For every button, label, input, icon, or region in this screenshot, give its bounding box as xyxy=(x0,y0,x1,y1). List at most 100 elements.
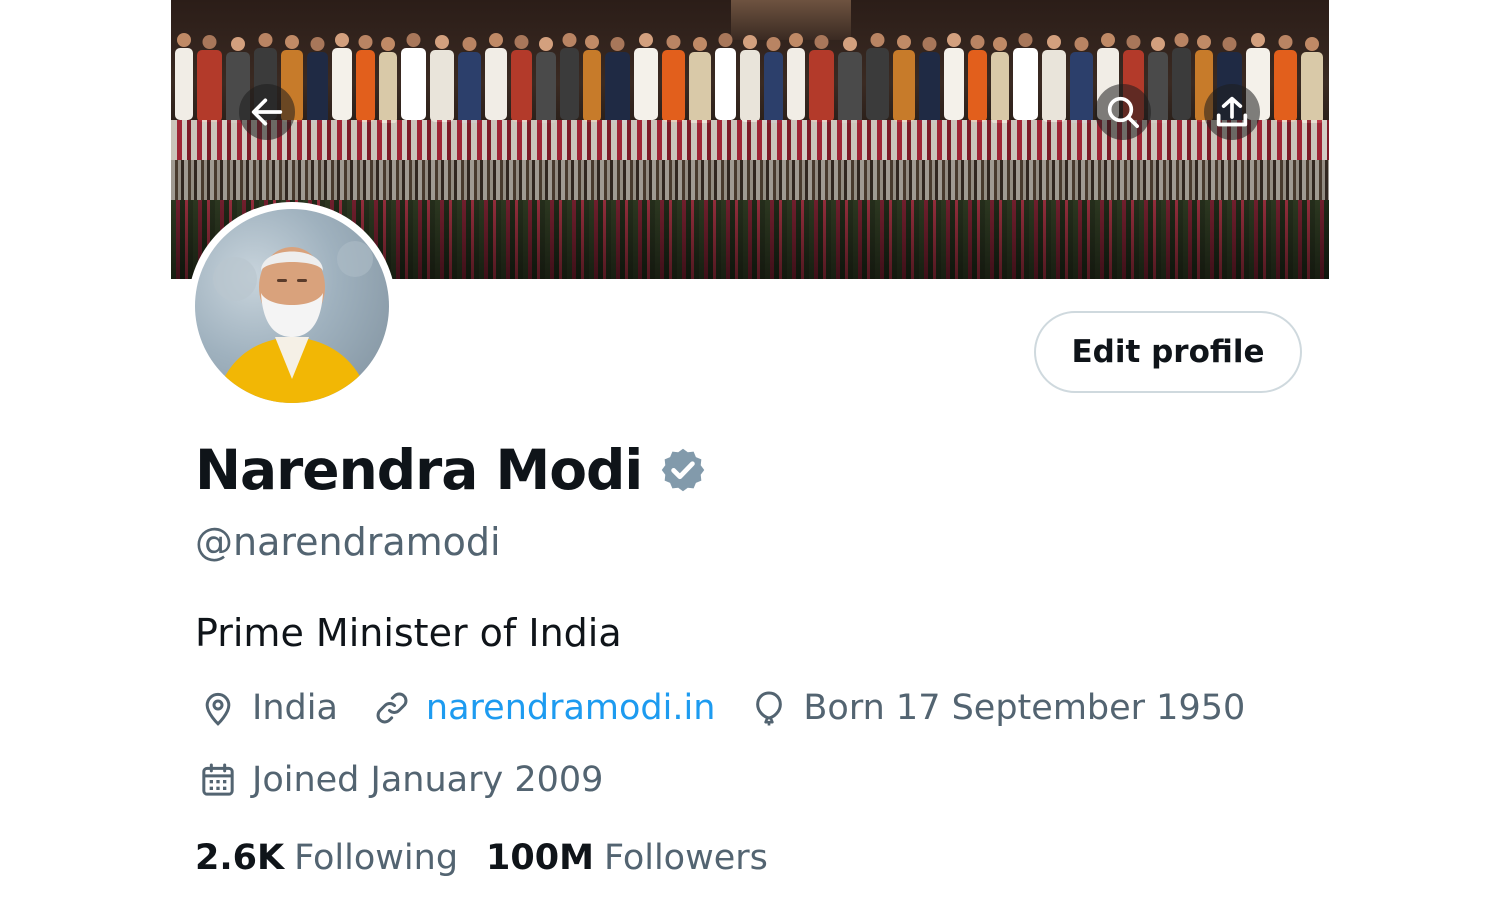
crowd-person-head xyxy=(789,33,803,47)
crowd-person-head xyxy=(231,37,245,51)
link-icon xyxy=(376,692,408,724)
crowd-person xyxy=(893,50,915,122)
crowd-person-head xyxy=(310,37,325,51)
crowd-person xyxy=(511,50,532,122)
crowd-person xyxy=(379,52,397,123)
crowd-person xyxy=(1148,52,1168,123)
location-item: India xyxy=(198,688,338,728)
verified-badge-icon[interactable] xyxy=(658,445,708,495)
joined-row: Joined January 2009 xyxy=(198,760,637,800)
crowd-person xyxy=(866,48,889,120)
followers-link[interactable]: 100M Followers xyxy=(486,838,768,878)
crowd-person xyxy=(485,48,507,120)
crowd-person-head xyxy=(970,35,985,49)
crowd-person xyxy=(919,52,940,123)
crowd-person-head xyxy=(358,35,373,49)
crowd-person xyxy=(560,48,579,120)
crowd-person-head xyxy=(435,35,449,49)
arrow-left-icon xyxy=(251,98,283,126)
crowd-person-head xyxy=(947,33,961,47)
crowd-person-head xyxy=(489,33,503,47)
crowd-person xyxy=(689,52,711,123)
joined-text: Joined January 2009 xyxy=(252,760,604,800)
bio: Prime Minister of India xyxy=(195,611,622,655)
search-button[interactable] xyxy=(1095,84,1151,140)
crowd-person-head xyxy=(539,37,553,51)
follow-stats: 2.6K Following 100M Followers xyxy=(195,838,796,878)
crowd-person xyxy=(715,48,736,120)
crowd-person xyxy=(430,50,454,122)
crowd-person-head xyxy=(1101,33,1115,47)
website-item[interactable]: narendramodi.in xyxy=(372,688,716,728)
crowd-person xyxy=(662,50,685,122)
crowd-person-head xyxy=(258,33,273,47)
crowd-person-head xyxy=(610,37,625,51)
crowd-person xyxy=(458,52,481,123)
display-name: Narendra Modi xyxy=(195,438,643,502)
avatar[interactable] xyxy=(188,202,396,410)
following-label: Following xyxy=(294,838,459,878)
crowd-person-head xyxy=(585,35,599,49)
banner-stage xyxy=(171,120,1329,160)
following-link[interactable]: 2.6K Following xyxy=(195,838,458,878)
share-button[interactable] xyxy=(1204,84,1260,140)
following-count: 2.6K xyxy=(195,838,285,878)
crowd-person xyxy=(764,52,783,123)
crowd-person-head xyxy=(897,35,911,49)
share-icon xyxy=(1216,96,1248,127)
crowd-person xyxy=(740,50,760,122)
crowd-person xyxy=(809,50,834,122)
user-handle: @narendramodi xyxy=(195,520,501,564)
crowd-person-head xyxy=(381,37,395,51)
search-icon xyxy=(1107,96,1139,128)
crowd-person-head xyxy=(993,37,1007,51)
banner-crowd-photo xyxy=(175,33,1323,123)
crowd-person-head xyxy=(666,35,681,49)
calendar-icon xyxy=(202,763,234,796)
crowd-person-head xyxy=(285,35,299,49)
crowd-person xyxy=(634,48,658,120)
crowd-person-head xyxy=(814,35,829,49)
crowd-person xyxy=(197,50,222,122)
crowd-person xyxy=(944,48,964,120)
birthday-text: Born 17 September 1950 xyxy=(803,688,1246,728)
website-link[interactable]: narendramodi.in xyxy=(426,688,716,728)
crowd-person-head xyxy=(177,33,191,47)
crowd-person xyxy=(175,48,193,120)
crowd-person xyxy=(1274,50,1297,122)
crowd-person-head xyxy=(1126,35,1141,49)
crowd-person-head xyxy=(1278,35,1293,49)
crowd-person xyxy=(605,52,630,123)
back-button[interactable] xyxy=(239,84,295,140)
crowd-person xyxy=(583,50,601,122)
crowd-person xyxy=(787,48,805,120)
followers-count: 100M xyxy=(486,838,594,878)
crowd-person-head xyxy=(1197,35,1211,49)
crowd-person xyxy=(1301,52,1323,123)
edit-profile-button[interactable]: Edit profile xyxy=(1034,311,1302,393)
crowd-person xyxy=(991,52,1009,123)
crowd-person-head xyxy=(514,35,529,49)
profile-page: Edit profile Narendra Modi @narendramodi… xyxy=(171,0,1329,900)
crowd-person-head xyxy=(843,37,857,51)
crowd-person-head xyxy=(1174,33,1189,47)
avatar-photo xyxy=(195,209,389,403)
crowd-person xyxy=(968,50,987,122)
crowd-person-head xyxy=(406,33,421,47)
crowd-person-head xyxy=(1222,37,1237,51)
crowd-person xyxy=(307,52,328,123)
crowd-person xyxy=(1172,48,1191,120)
crowd-person xyxy=(401,48,426,120)
followers-label: Followers xyxy=(603,838,768,878)
location-pin-icon xyxy=(205,692,231,726)
crowd-person-head xyxy=(766,37,781,51)
crowd-person xyxy=(1042,50,1066,122)
crowd-person xyxy=(356,50,375,122)
profile-meta-row: India narendramodi.in Born 17 September … xyxy=(198,688,1279,728)
avatar-portrait xyxy=(213,241,373,403)
location-text: India xyxy=(252,688,338,728)
crowd-person-head xyxy=(462,37,477,51)
crowd-person-head xyxy=(335,33,349,47)
crowd-person-head xyxy=(1018,33,1033,47)
crowd-person-head xyxy=(639,33,653,47)
